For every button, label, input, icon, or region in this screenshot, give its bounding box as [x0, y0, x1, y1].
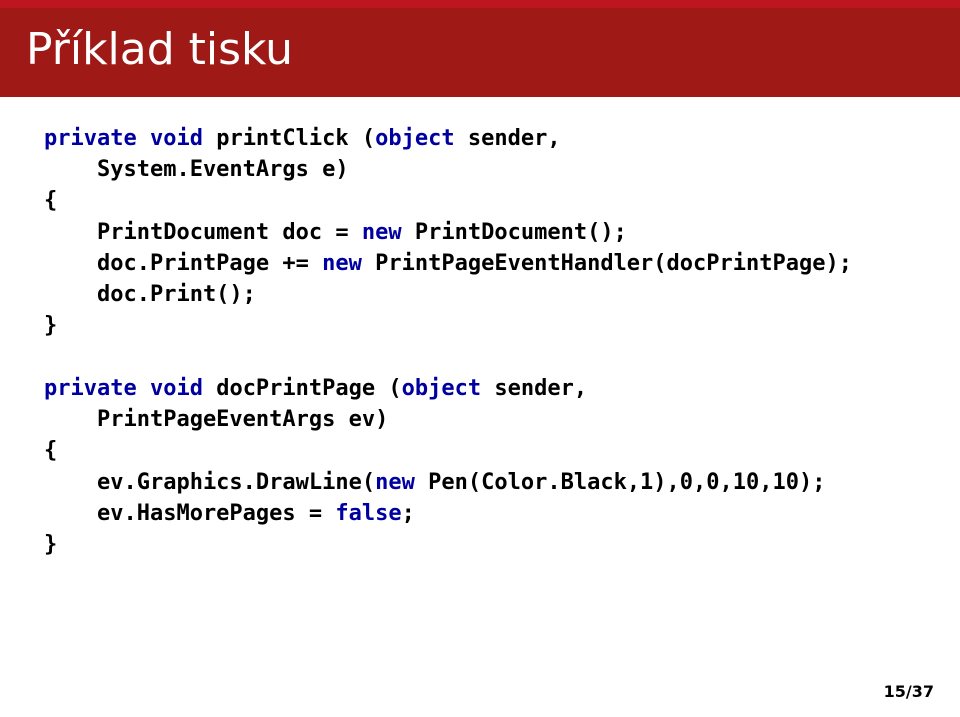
code-text: System.EventArgs e)	[44, 157, 349, 182]
code-text: ;	[402, 501, 415, 526]
code-text: Pen(Color.Black,1),0,0,10,10);	[415, 470, 826, 495]
keyword: new	[362, 220, 402, 245]
header-accent	[0, 0, 960, 8]
code-text: doc.Print();	[44, 282, 256, 307]
code-text: {	[44, 438, 57, 463]
code-text: }	[44, 532, 57, 557]
keyword: private void	[44, 376, 203, 401]
code-text: PrintPageEventHandler(docPrintPage);	[362, 251, 852, 276]
code-text: sender,	[455, 126, 561, 151]
keyword: private void	[44, 126, 203, 151]
code-text: printClick (	[203, 126, 375, 151]
keyword: object	[375, 126, 454, 151]
code-text: docPrintPage (	[203, 376, 402, 401]
keyword: new	[322, 251, 362, 276]
slide-title: Příklad tisku	[26, 24, 934, 75]
code-text: }	[44, 313, 57, 338]
code-text: PrintDocument doc =	[44, 220, 362, 245]
slide-content: private void printClick (object sender, …	[0, 97, 960, 560]
code-block: private void printClick (object sender, …	[44, 123, 920, 560]
code-text: PrintPageEventArgs ev)	[44, 407, 388, 432]
code-text: PrintDocument();	[402, 220, 627, 245]
page-number: 15/37	[884, 682, 934, 701]
code-text: sender,	[481, 376, 587, 401]
code-text: ev.HasMorePages =	[44, 501, 335, 526]
code-text: ev.Graphics.DrawLine(	[44, 470, 375, 495]
keyword: false	[335, 501, 401, 526]
code-text: doc.PrintPage +=	[44, 251, 322, 276]
keyword: new	[375, 470, 415, 495]
slide-header: Příklad tisku	[0, 8, 960, 97]
keyword: object	[402, 376, 481, 401]
code-text: {	[44, 188, 57, 213]
slide: Příklad tisku private void printClick (o…	[0, 0, 960, 717]
